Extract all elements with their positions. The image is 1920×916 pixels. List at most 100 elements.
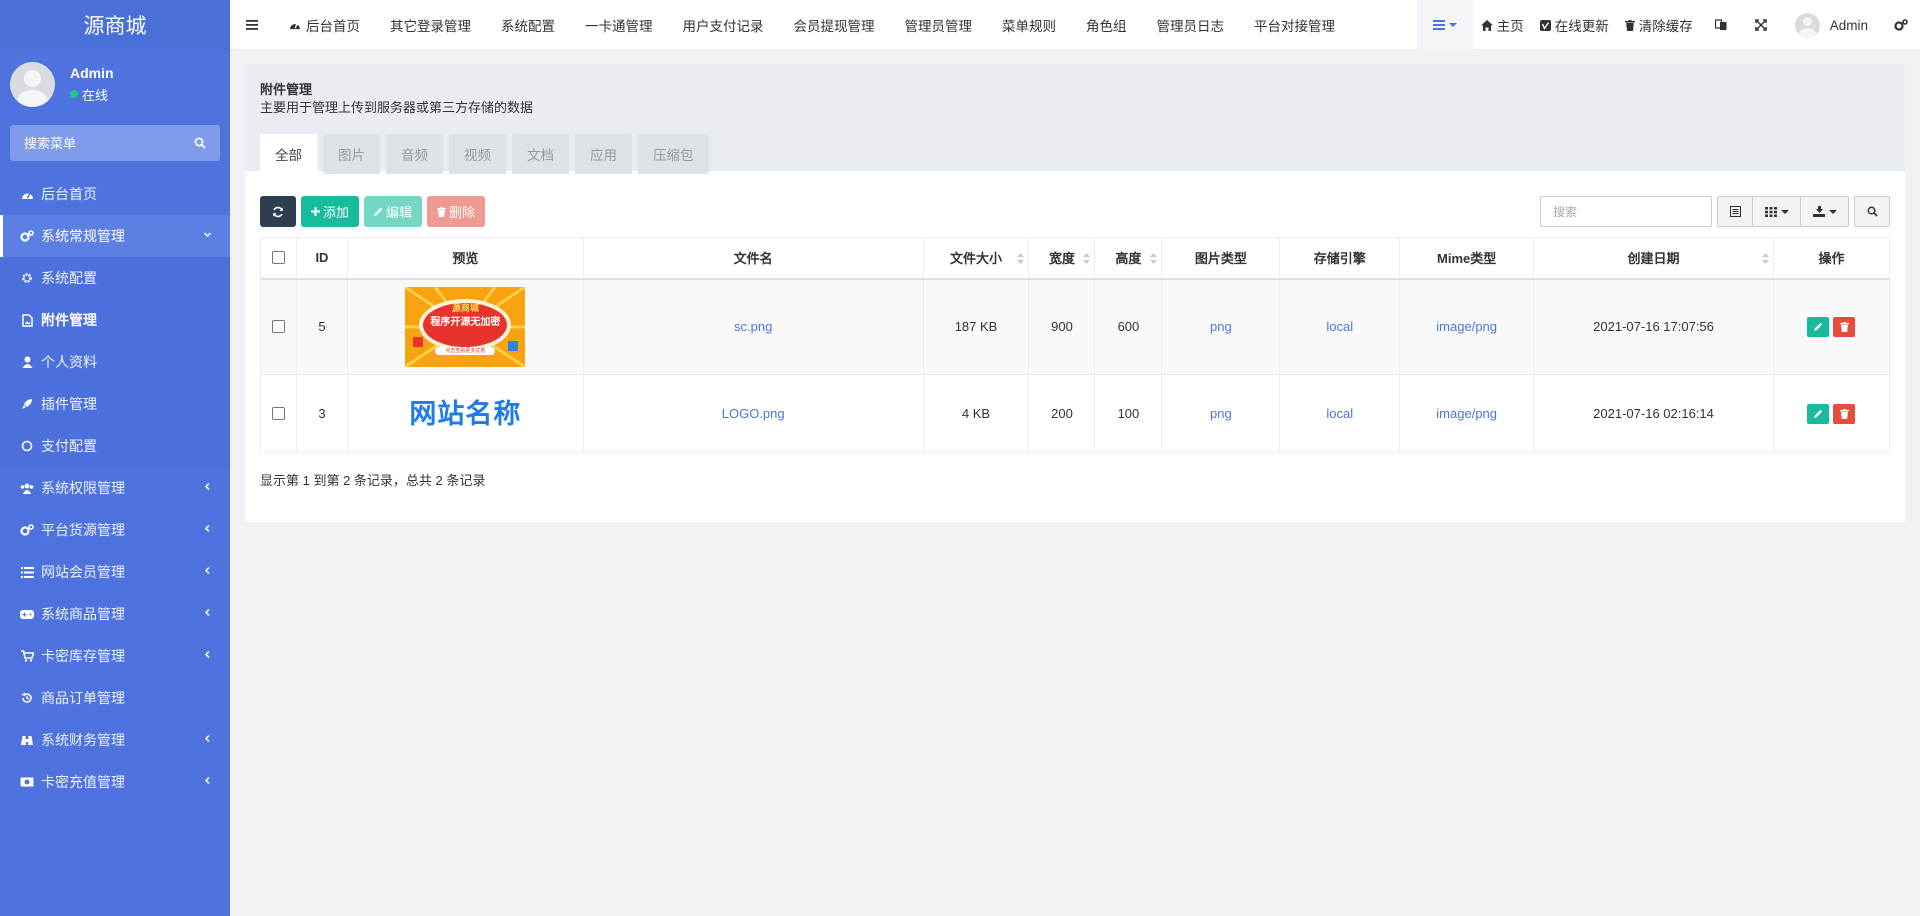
cell-imagetype[interactable]: png	[1161, 278, 1281, 375]
sidebar-item-label: 商品订单管理	[41, 690, 125, 706]
column-header-createtime[interactable]: 创建日期	[1533, 237, 1774, 280]
row-edit-button[interactable]	[1807, 316, 1830, 337]
language-button[interactable]	[1701, 0, 1741, 50]
top-tab-dashboard[interactable]: 后台首页	[274, 0, 375, 50]
attachment-panel: 附件管理 主要用于管理上传到服务器或第三方存储的数据 全部 图片 音频 视频 文…	[245, 64, 1905, 522]
top-tab-withdraw[interactable]: 会员提现管理	[779, 0, 890, 50]
sidebar-item-payment[interactable]: 支付配置	[0, 425, 230, 467]
card-view-button[interactable]	[1717, 196, 1753, 227]
sidebar-item-finance[interactable]: 系统财务管理	[0, 719, 230, 761]
top-tab-config[interactable]: 系统配置	[486, 0, 570, 50]
table-row[interactable]: 3 网站名称 LOGO.png 4 KB 200 100 png local i…	[260, 374, 1891, 453]
cell-storage[interactable]: local	[1279, 278, 1401, 375]
row-delete-button[interactable]	[1833, 316, 1856, 337]
top-tab-adminlog[interactable]: 管理员日志	[1142, 0, 1240, 50]
tab-image[interactable]: 图片	[323, 134, 380, 174]
sidebar-item-dashboard[interactable]: 后台首页	[0, 173, 230, 215]
columns-dropdown-button[interactable]	[1753, 196, 1801, 227]
language-icon	[1714, 19, 1727, 30]
cell-storage[interactable]: local	[1279, 374, 1401, 453]
select-all-checkbox[interactable]	[271, 251, 285, 265]
sidebar-item-attachment[interactable]: 附件管理	[0, 299, 230, 341]
edit-button[interactable]: 编辑	[364, 196, 423, 227]
column-header-height[interactable]: 高度	[1094, 237, 1163, 280]
preview-image[interactable]: 源商城 程序开源无加密 点击查看更多优惠	[405, 286, 526, 367]
sort-icon	[1017, 253, 1025, 264]
row-delete-button[interactable]	[1833, 403, 1856, 424]
cell-preview[interactable]: 源商城 程序开源无加密 点击查看更多优惠	[346, 278, 584, 375]
row-checkbox[interactable]	[271, 407, 285, 420]
column-header-filesize[interactable]: 文件大小	[922, 237, 1030, 280]
tab-archive[interactable]: 压缩包	[638, 134, 709, 174]
cell-filename[interactable]: LOGO.png	[582, 374, 924, 453]
sidebar-item-goods[interactable]: 系统商品管理	[0, 593, 230, 635]
sidebar-item-addon[interactable]: 插件管理	[0, 383, 230, 425]
row-edit-button[interactable]	[1807, 403, 1830, 424]
fullscreen-button[interactable]	[1741, 0, 1781, 50]
sidebar-item-config[interactable]: 系统配置	[0, 257, 230, 299]
expand-icon	[1754, 19, 1767, 31]
brand-logo[interactable]: 源商城	[0, 0, 230, 50]
cell-filename[interactable]: sc.png	[582, 278, 924, 375]
column-header-label: 文件大小	[950, 251, 1003, 267]
column-header-id[interactable]: ID	[295, 237, 348, 280]
delete-button[interactable]: 删除	[427, 196, 486, 227]
top-tab-label: 菜单规则	[1002, 18, 1056, 34]
cell-preview[interactable]: 网站名称	[346, 374, 584, 453]
sidebar-item-orders[interactable]: 商品订单管理	[0, 677, 230, 719]
column-header-width[interactable]: 宽度	[1028, 237, 1096, 280]
preview-text-title: 源商城	[451, 302, 479, 313]
sidebar-item-label: 系统权限管理	[41, 480, 125, 496]
table-row[interactable]: 5 源商城 程序开源无加密 点击查看更多优惠 sc.png 187 KB 900…	[260, 278, 1891, 375]
cell-createtime: 2021-07-16 02:16:14	[1533, 374, 1774, 453]
top-tab-admin[interactable]: 管理员管理	[890, 0, 988, 50]
refresh-button[interactable]	[260, 196, 296, 227]
top-tab-platform[interactable]: 平台对接管理	[1239, 0, 1350, 50]
cell-width: 200	[1028, 374, 1096, 453]
online-update-label: 在线更新	[1554, 19, 1609, 34]
clear-cache-button[interactable]: 清除缓存	[1617, 0, 1701, 50]
tab-document[interactable]: 文档	[512, 134, 569, 174]
advanced-search-button[interactable]	[1854, 196, 1890, 227]
pencil-icon	[1813, 323, 1823, 332]
nav-list-dropdown[interactable]	[1416, 0, 1473, 50]
cell-mimetype[interactable]: image/png	[1399, 278, 1535, 375]
sidebar-item-label: 附件管理	[41, 312, 97, 328]
sidebar-item-members[interactable]: 网站会员管理	[0, 551, 230, 593]
sidebar-item-general[interactable]: 系统常规管理	[0, 215, 230, 257]
row-checkbox[interactable]	[271, 320, 285, 334]
control-sidebar-button[interactable]	[1882, 0, 1920, 50]
top-tab-label: 后台首页	[306, 18, 360, 34]
export-dropdown-button[interactable]	[1801, 196, 1849, 227]
top-tab-group[interactable]: 角色组	[1071, 0, 1142, 50]
cell-imagetype[interactable]: png	[1161, 374, 1281, 453]
search-input[interactable]	[1540, 196, 1712, 227]
tab-all[interactable]: 全部	[260, 134, 317, 174]
sidebar-item-label: 网站会员管理	[41, 564, 125, 580]
tab-audio[interactable]: 音频	[386, 134, 443, 174]
home-link[interactable]: 主页	[1473, 0, 1532, 50]
sidebar-item-auth[interactable]: 系统权限管理	[0, 467, 230, 509]
online-update-link[interactable]: 在线更新	[1532, 0, 1617, 50]
online-dot-icon	[70, 90, 78, 98]
user-menu[interactable]: Admin	[1781, 0, 1882, 50]
top-tab-payment-record[interactable]: 用户支付记录	[668, 0, 779, 50]
sidebar-toggle-button[interactable]	[230, 0, 274, 50]
sidebar-item-profile[interactable]: 个人资料	[0, 341, 230, 383]
cell-mimetype[interactable]: image/png	[1399, 374, 1535, 453]
tab-video[interactable]: 视频	[449, 134, 506, 174]
search-icon[interactable]	[194, 137, 206, 149]
sidebar-search-input[interactable]	[24, 135, 174, 151]
trash-icon	[437, 206, 447, 217]
sidebar-item-supply[interactable]: 平台货源管理	[0, 509, 230, 551]
sidebar-item-stock[interactable]: 卡密库存管理	[0, 635, 230, 677]
clear-cache-label: 清除缓存	[1638, 19, 1693, 34]
add-button[interactable]: 添加	[301, 196, 360, 227]
column-header-preview: 预览	[346, 237, 584, 280]
top-tab-rule[interactable]: 菜单规则	[987, 0, 1071, 50]
preview-image[interactable]: 网站名称	[348, 398, 583, 430]
tab-application[interactable]: 应用	[575, 134, 632, 174]
top-tab-card[interactable]: 一卡通管理	[570, 0, 668, 50]
top-tab-other-login[interactable]: 其它登录管理	[375, 0, 486, 50]
sidebar-item-recharge[interactable]: 卡密充值管理	[0, 761, 230, 803]
